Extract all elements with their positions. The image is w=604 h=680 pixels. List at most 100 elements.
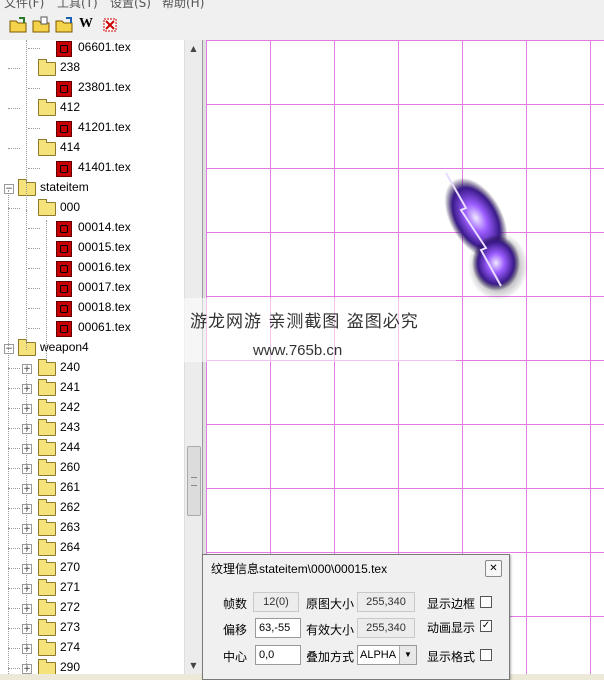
texture-info-dialog: 纹理信息stateitem\000\00015.tex ✕ 帧数 12(0) 原… xyxy=(202,554,510,680)
expand-plus-icon[interactable]: + xyxy=(22,544,32,554)
tree-folder-item[interactable]: − stateitem xyxy=(0,179,184,199)
tree-file-item[interactable]: 23801.tex xyxy=(0,79,184,99)
expand-plus-icon[interactable]: + xyxy=(22,384,32,394)
expand-plus-icon[interactable]: + xyxy=(22,404,32,414)
expand-plus-icon[interactable]: + xyxy=(22,464,32,474)
tree-connector xyxy=(28,248,40,249)
frames-label: 帧数 xyxy=(223,597,248,611)
tree-connector xyxy=(8,568,20,569)
expand-plus-icon[interactable]: + xyxy=(22,444,32,454)
tree-item-label: 240 xyxy=(60,360,81,374)
collapse-minus-icon[interactable]: − xyxy=(4,184,14,194)
tree-folder-item[interactable]: +290 xyxy=(0,659,184,674)
tree-folder-item[interactable]: 238 xyxy=(0,59,184,79)
center-input[interactable]: 0,0 xyxy=(255,645,301,665)
frames-value: 12(0) xyxy=(253,592,299,612)
open-folder-icon[interactable] xyxy=(9,16,27,34)
close-icon[interactable]: ✕ xyxy=(485,560,502,577)
tree-file-item[interactable]: 00016.tex xyxy=(0,259,184,279)
scroll-down-arrow-icon[interactable]: ▼ xyxy=(185,657,202,674)
tree-connector xyxy=(8,408,20,409)
blend-select[interactable]: ALPHA ▼ xyxy=(357,645,417,665)
w-icon[interactable]: W xyxy=(79,16,97,34)
tex-file-icon xyxy=(56,121,72,137)
offset-label: 偏移 xyxy=(223,623,248,637)
expand-plus-icon[interactable]: + xyxy=(22,584,32,594)
tex-file-icon xyxy=(56,321,72,337)
folder-icon xyxy=(38,479,56,496)
menu-bar: 文件(F) 工具(T) 设置(S) 帮助(H) xyxy=(0,0,604,10)
tree-connector xyxy=(8,108,20,109)
tree-folder-item[interactable]: +241 xyxy=(0,379,184,399)
chevron-down-icon[interactable]: ▼ xyxy=(399,646,416,664)
tree-item-label: 23801.tex xyxy=(78,80,131,94)
expand-plus-icon[interactable]: + xyxy=(22,484,32,494)
tree-connector xyxy=(8,468,20,469)
tree-connector xyxy=(8,488,20,489)
tree-folder-item[interactable]: +274 xyxy=(0,639,184,659)
tree-folder-item[interactable]: 414 xyxy=(0,139,184,159)
tree-file-item[interactable]: 00014.tex xyxy=(0,219,184,239)
open-file-icon[interactable] xyxy=(32,16,50,34)
tree-file-item[interactable]: 00015.tex xyxy=(0,239,184,259)
tree-connector xyxy=(8,388,20,389)
expand-plus-icon[interactable]: + xyxy=(22,664,32,674)
tree-folder-item[interactable]: +270 xyxy=(0,559,184,579)
tree-file-item[interactable]: 41401.tex xyxy=(0,159,184,179)
tree-folder-item[interactable]: +260 xyxy=(0,459,184,479)
folder-icon xyxy=(38,419,56,436)
watermark-url: www.765b.cn xyxy=(253,342,343,359)
offset-input[interactable]: 63,-55 xyxy=(255,618,301,638)
tree-item-label: 00015.tex xyxy=(78,240,131,254)
expand-plus-icon[interactable]: + xyxy=(22,604,32,614)
tree-file-item[interactable]: 06601.tex xyxy=(0,40,184,59)
folder-icon xyxy=(38,459,56,476)
delete-icon[interactable] xyxy=(101,16,119,34)
collapse-minus-icon[interactable]: − xyxy=(4,344,14,354)
tree-folder-item[interactable]: +244 xyxy=(0,439,184,459)
folder-icon xyxy=(38,439,56,456)
tree-folder-item[interactable]: +243 xyxy=(0,419,184,439)
tree-item-label: 243 xyxy=(60,420,81,434)
anim-checkbox[interactable]: ✓ xyxy=(480,620,492,632)
expand-plus-icon[interactable]: + xyxy=(22,644,32,654)
tex-file-icon xyxy=(56,261,72,277)
tree-item-label: 000 xyxy=(60,200,81,214)
tree-folder-item[interactable]: +262 xyxy=(0,499,184,519)
tree-folder-item[interactable]: +264 xyxy=(0,539,184,559)
tree-folder-item[interactable]: +263 xyxy=(0,519,184,539)
tree-folder-item[interactable]: 000 xyxy=(0,199,184,219)
export-folder-icon[interactable] xyxy=(55,16,73,34)
tree-file-item[interactable]: 41201.tex xyxy=(0,119,184,139)
tree-connector xyxy=(8,588,20,589)
scroll-up-arrow-icon[interactable]: ▲ xyxy=(185,40,202,57)
folder-icon xyxy=(38,519,56,536)
tex-file-icon xyxy=(56,81,72,97)
tree-item-label: 06601.tex xyxy=(78,40,131,54)
show-border-checkbox[interactable] xyxy=(480,596,492,608)
expand-plus-icon[interactable]: + xyxy=(22,624,32,634)
tree-file-item[interactable]: 00017.tex xyxy=(0,279,184,299)
tree-folder-item[interactable]: +272 xyxy=(0,599,184,619)
tree-item-label: stateitem xyxy=(40,180,89,194)
scroll-thumb[interactable] xyxy=(187,446,201,516)
anim-label: 动画显示 xyxy=(427,621,476,635)
expand-plus-icon[interactable]: + xyxy=(22,424,32,434)
tree-folder-item[interactable]: +261 xyxy=(0,479,184,499)
tree-folder-item[interactable]: +271 xyxy=(0,579,184,599)
expand-plus-icon[interactable]: + xyxy=(22,364,32,374)
tree-folder-item[interactable]: +240 xyxy=(0,359,184,379)
tree-connector xyxy=(8,368,20,369)
valid-size-label: 有效大小 xyxy=(306,623,355,637)
tree-connector xyxy=(8,148,20,149)
tree-folder-item[interactable]: +273 xyxy=(0,619,184,639)
tree-folder-item[interactable]: +242 xyxy=(0,399,184,419)
tree-item-label: 414 xyxy=(60,140,81,154)
expand-plus-icon[interactable]: + xyxy=(22,564,32,574)
blend-label: 叠加方式 xyxy=(306,650,355,664)
expand-plus-icon[interactable]: + xyxy=(22,504,32,514)
show-format-checkbox[interactable] xyxy=(480,649,492,661)
tree-folder-item[interactable]: 412 xyxy=(0,99,184,119)
expand-plus-icon[interactable]: + xyxy=(22,524,32,534)
folder-icon xyxy=(38,399,56,416)
